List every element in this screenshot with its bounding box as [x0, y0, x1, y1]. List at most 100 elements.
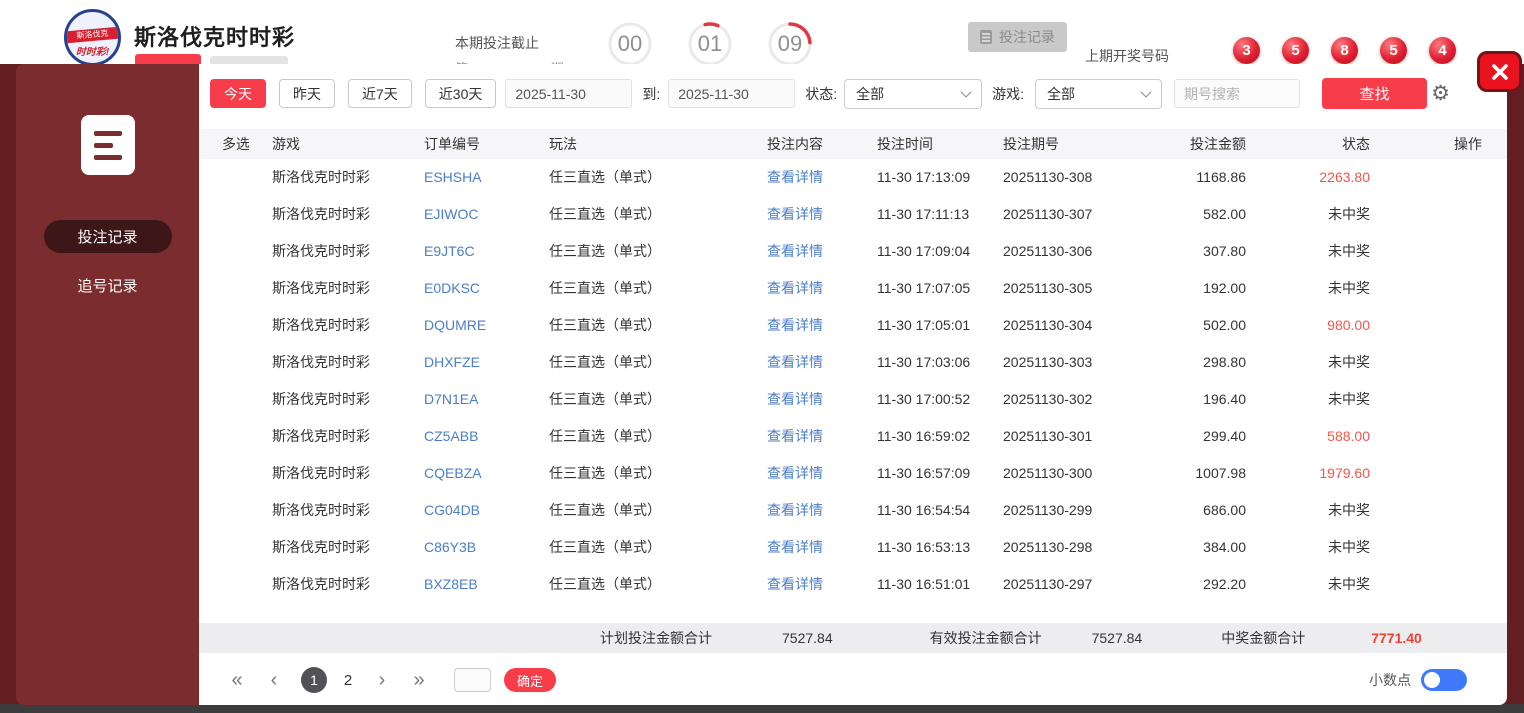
play-type-cell: 任三直选（单式）: [549, 465, 661, 481]
sidebar-item-0[interactable]: 投注记录: [43, 220, 172, 253]
records-document-icon: [80, 115, 135, 175]
view-detail-link[interactable]: 查看详情: [744, 307, 854, 344]
view-detail-link[interactable]: 查看详情: [744, 566, 854, 603]
play-type-cell: 任三直选（单式）: [549, 428, 661, 444]
countdown-circle: 01: [688, 22, 732, 64]
draw-ball: 5: [1380, 37, 1407, 64]
play-type-cell: 任三直选（单式）: [549, 539, 661, 555]
page-number-input[interactable]: [454, 668, 491, 692]
bet-time-cell: 11-30 17:11:13: [877, 206, 970, 222]
view-detail-link[interactable]: 查看详情: [744, 159, 854, 196]
date-from-input[interactable]: [505, 79, 633, 108]
view-detail-link[interactable]: 查看详情: [744, 529, 854, 566]
play-type-cell: 任三直选（单式）: [549, 169, 661, 185]
draw-ball: 5: [1282, 37, 1309, 64]
bet-time-cell: 11-30 17:07:05: [877, 280, 971, 296]
status-cell: 588.00: [1327, 428, 1370, 444]
table-body: 斯洛伐克时时彩 ESHSHA 任三直选（单式） 查看详情 11-30 17:13:09 2…: [199, 159, 1507, 603]
order-number-link[interactable]: CQEBZA: [401, 455, 526, 492]
view-detail-link[interactable]: 查看详情: [744, 418, 854, 455]
game-name-cell: 斯洛伐克时时彩: [272, 502, 370, 518]
bet-period-cell: 20251130-297: [1003, 576, 1093, 592]
view-detail-link[interactable]: 查看详情: [744, 381, 854, 418]
next-page-button[interactable]: ›: [372, 669, 392, 692]
table-row: 斯洛伐克时时彩 E0DKSC 任三直选（单式） 查看详情 11-30 17:07:05 2…: [199, 270, 1507, 307]
order-number-link[interactable]: E9JT6C: [401, 233, 526, 270]
play-type-cell: 任三直选（单式）: [549, 502, 661, 518]
bet-time-cell: 11-30 17:03:06: [877, 354, 971, 370]
bet-amount-cell: 192.00: [1203, 280, 1246, 296]
order-number-link[interactable]: CZ5ABB: [401, 418, 526, 455]
first-page-button[interactable]: «: [227, 669, 247, 692]
last-page-button[interactable]: »: [409, 669, 429, 692]
search-button[interactable]: 查找: [1322, 78, 1428, 109]
game-select[interactable]: 全部: [1035, 78, 1163, 109]
view-detail-link[interactable]: 查看详情: [744, 233, 854, 270]
bet-amount-cell: 686.00: [1203, 502, 1246, 518]
order-number-link[interactable]: DHXFZE: [401, 344, 526, 381]
toggle-knob: [1424, 672, 1440, 688]
page-button-2[interactable]: 2: [341, 672, 355, 689]
bet-time-cell: 11-30 17:05:01: [877, 317, 971, 333]
date-to-input[interactable]: [668, 79, 796, 108]
view-detail-link[interactable]: 查看详情: [744, 492, 854, 529]
partial-tab-red[interactable]: [135, 54, 201, 64]
order-number-link[interactable]: EJIWOC: [401, 196, 526, 233]
partial-tab-gray[interactable]: [210, 56, 288, 64]
table-row: 斯洛伐克时时彩 E9JT6C 任三直选（单式） 查看详情 11-30 17:09:04 2…: [199, 233, 1507, 270]
records-panel: 今天昨天近7天近30天 到: 状态: 全部 游戏: 全部 查找 ⚙: [199, 64, 1507, 705]
decimal-toggle[interactable]: [1421, 669, 1467, 691]
bet-period-cell: 20251130-304: [1003, 317, 1093, 333]
column-header-9: 操作: [1454, 136, 1482, 152]
bet-period-cell: 20251130-305: [1003, 280, 1093, 296]
quick-date-filters: 今天 昨天 近7天 近30天: [210, 79, 497, 108]
view-detail-link[interactable]: 查看详情: [744, 344, 854, 381]
order-number-link[interactable]: ESHSHA: [401, 159, 526, 196]
game-name-cell: 斯洛伐克时时彩: [272, 243, 370, 259]
period-search-input[interactable]: [1174, 79, 1301, 108]
countdown-timer: 00 01 09: [608, 22, 812, 64]
close-button[interactable]: [1477, 51, 1522, 92]
order-number-link[interactable]: DQUMRE: [401, 307, 526, 344]
column-header-5: 投注时间: [877, 136, 933, 152]
filter-bar: 今天昨天近7天近30天 到: 状态: 全部 游戏: 全部 查找 ⚙: [210, 78, 1496, 109]
order-number-link[interactable]: C86Y3B: [401, 529, 526, 566]
bet-amount-cell: 1168.86: [1196, 169, 1246, 185]
column-header-2: 订单编号: [424, 136, 480, 152]
order-number-link[interactable]: E0DKSC: [401, 270, 526, 307]
status-cell: 2263.80: [1319, 169, 1370, 185]
quick-filter-0[interactable]: 今天: [210, 79, 266, 108]
play-type-cell: 任三直选（单式）: [549, 206, 661, 222]
game-name-cell: 斯洛伐克时时彩: [272, 280, 370, 296]
quick-filter-2[interactable]: 近7天: [348, 79, 412, 108]
view-detail-link[interactable]: 查看详情: [744, 455, 854, 492]
play-type-cell: 任三直选（单式）: [549, 354, 661, 370]
column-header-1: 游戏: [272, 136, 300, 152]
records-modal: 投注记录追号记录 今天昨天近7天近30天 到: 状态: 全部 游戏: 全部: [16, 64, 1507, 705]
prev-page-button[interactable]: ‹: [264, 669, 284, 692]
decimal-point-group: 小数点: [1369, 669, 1467, 691]
bet-time-cell: 11-30 16:57:09: [877, 465, 971, 481]
plan-total-label: 计划投注金额合计: [600, 630, 712, 646]
column-header-7: 投注金额: [1190, 136, 1246, 152]
table-row: 斯洛伐克时时彩 BXZ8EB 任三直选（单式） 查看详情 11-30 16:51:01 2…: [199, 566, 1507, 603]
quick-filter-3[interactable]: 近30天: [424, 79, 497, 108]
sidebar-item-1[interactable]: 追号记录: [44, 269, 172, 302]
column-header-3: 玩法: [549, 136, 577, 152]
order-number-link[interactable]: BXZ8EB: [401, 566, 526, 603]
confirm-page-button[interactable]: 确定: [504, 668, 557, 692]
view-detail-link[interactable]: 查看详情: [744, 270, 854, 307]
quick-filter-1[interactable]: 昨天: [279, 79, 335, 108]
status-select[interactable]: 全部: [844, 78, 983, 109]
gear-icon[interactable]: ⚙: [1431, 83, 1450, 104]
order-number-link[interactable]: D7N1EA: [401, 381, 526, 418]
last-draw-numbers: 35854: [1233, 37, 1456, 64]
bet-records-button[interactable]: 投注记录: [968, 22, 1067, 52]
page-button-1[interactable]: 1: [301, 667, 327, 693]
bet-amount-cell: 299.40: [1203, 428, 1246, 444]
modal-sidebar-menu: 投注记录 追号记录: [43, 175, 172, 302]
view-detail-link[interactable]: 查看详情: [744, 196, 854, 233]
order-number-link[interactable]: CG04DB: [401, 492, 526, 529]
status-cell: 未中奖: [1328, 502, 1370, 518]
screen: 斯洛伐克 时时彩! 斯洛伐克时时彩 本期投注截止 第20251130-309期 …: [0, 0, 1524, 713]
